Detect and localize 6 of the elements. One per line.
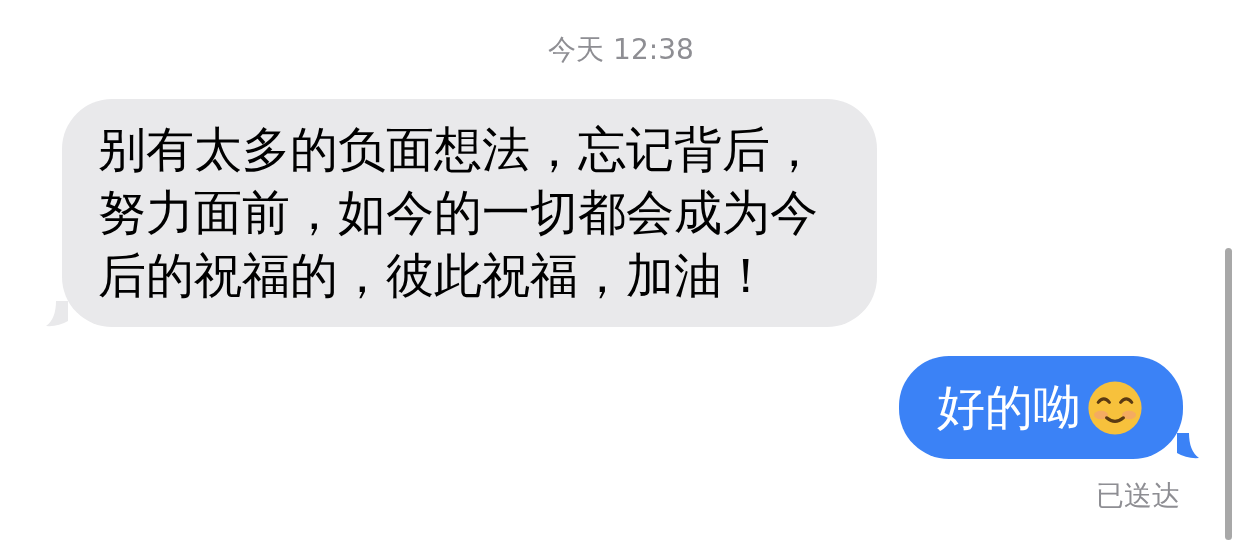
smiling-face-icon bbox=[1087, 379, 1143, 436]
delivery-status: 已送达 bbox=[1095, 478, 1181, 514]
message-bubble: 别有太多的负面想法，忘记背后，努力面前，如今的一切都会成为今后的祝福的，彼此祝福，加油！ bbox=[62, 99, 878, 327]
timestamp: 今天 12:38 bbox=[547, 32, 695, 68]
message-bubble: 好的呦 bbox=[899, 356, 1183, 459]
bubble-tail bbox=[1177, 433, 1199, 459]
